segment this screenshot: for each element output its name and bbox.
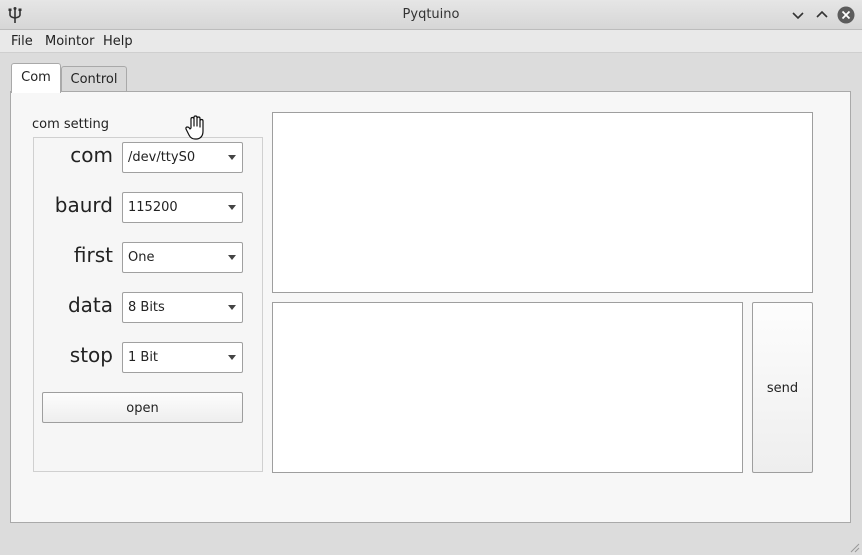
first-value: One bbox=[128, 250, 155, 265]
chevron-down-icon bbox=[228, 155, 236, 160]
baud-rate-select[interactable]: 115200 bbox=[122, 192, 243, 223]
title-bar[interactable]: Pyqtuino bbox=[0, 0, 862, 30]
first-label: first bbox=[73, 243, 113, 267]
com-port-select[interactable]: /dev/ttyS0 bbox=[122, 142, 243, 173]
chevron-down-icon bbox=[228, 205, 236, 210]
data-bits-value: 8 Bits bbox=[128, 300, 165, 315]
baud-label: baurd bbox=[54, 193, 113, 217]
close-circle-icon[interactable] bbox=[836, 5, 856, 25]
hand-cursor-icon bbox=[184, 115, 208, 141]
stop-bits-value: 1 Bit bbox=[128, 350, 159, 365]
chevron-down-icon bbox=[228, 305, 236, 310]
stop-bits-label: stop bbox=[69, 343, 113, 367]
tab-control[interactable]: Control bbox=[61, 66, 127, 91]
com-setting-title: com setting bbox=[32, 117, 109, 132]
window-title: Pyqtuino bbox=[402, 7, 460, 22]
stop-bits-select[interactable]: 1 Bit bbox=[122, 342, 243, 373]
com-port-value: /dev/ttyS0 bbox=[128, 150, 196, 165]
first-select[interactable]: One bbox=[122, 242, 243, 273]
receive-text-area[interactable] bbox=[272, 112, 813, 293]
baud-rate-value: 115200 bbox=[128, 200, 178, 215]
resize-grip-icon[interactable] bbox=[848, 541, 860, 553]
menu-bar: File Mointor Help bbox=[0, 30, 862, 53]
data-bits-label: data bbox=[67, 293, 113, 317]
open-button[interactable]: open bbox=[42, 392, 243, 423]
menu-help[interactable]: Help bbox=[103, 34, 133, 49]
chevron-down-icon bbox=[228, 255, 236, 260]
send-text-area[interactable] bbox=[272, 302, 743, 473]
chevron-up-icon[interactable] bbox=[812, 5, 832, 25]
chevron-down-icon[interactable] bbox=[788, 5, 808, 25]
data-bits-select[interactable]: 8 Bits bbox=[122, 292, 243, 323]
menu-file[interactable]: File bbox=[11, 34, 33, 49]
tab-com[interactable]: Com bbox=[11, 63, 61, 93]
chevron-down-icon bbox=[228, 355, 236, 360]
send-button[interactable]: send bbox=[752, 302, 813, 473]
com-label: com bbox=[70, 143, 113, 167]
menu-monitor[interactable]: Mointor bbox=[45, 34, 94, 49]
